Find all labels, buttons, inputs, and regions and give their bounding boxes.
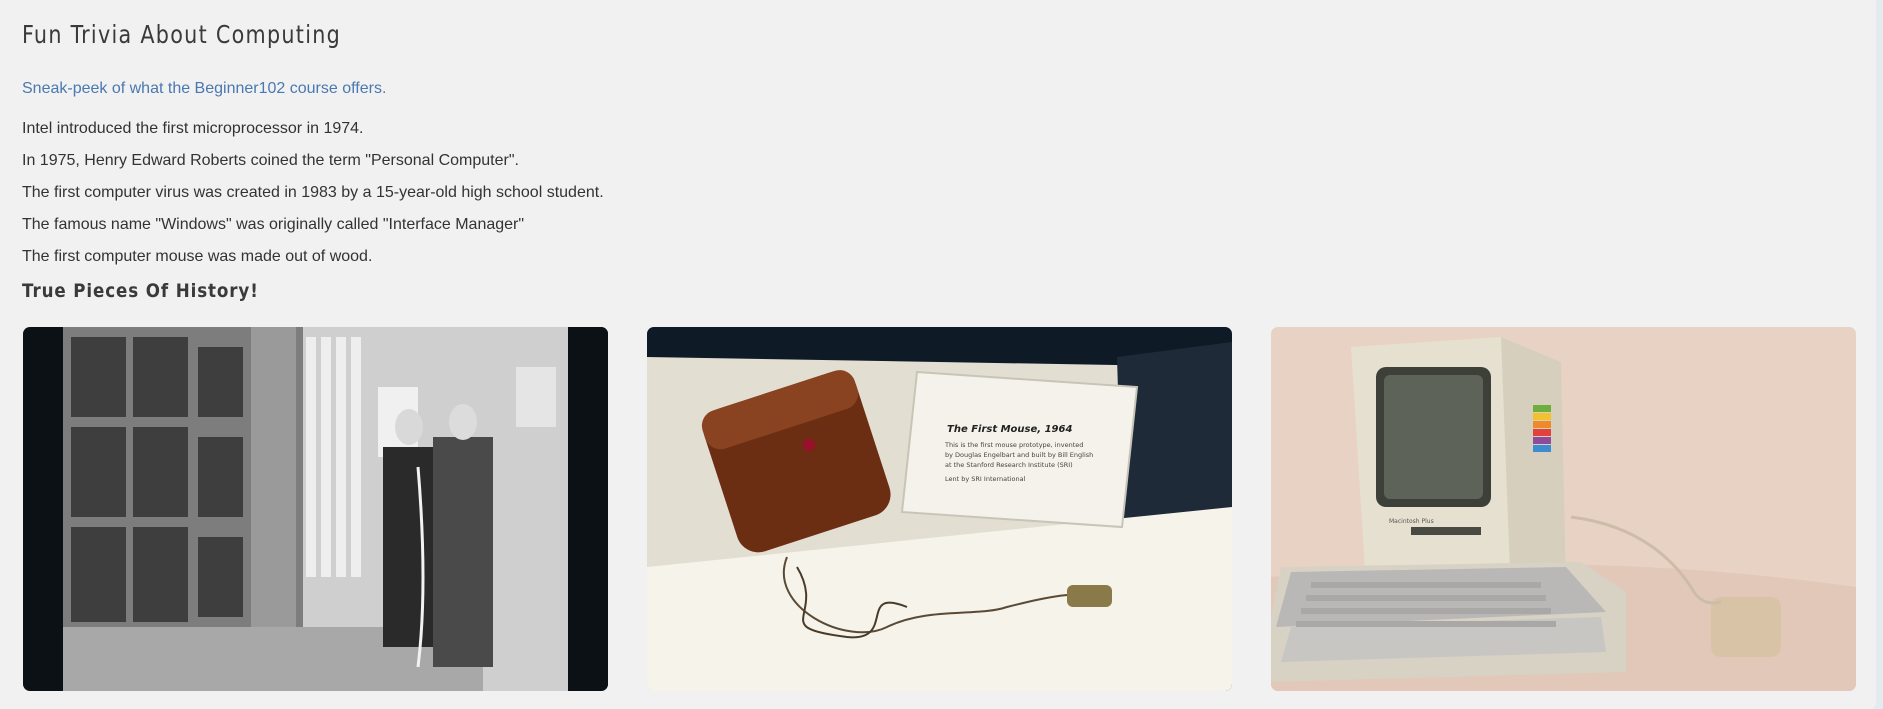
trivia-item: Intel introduced the first microprocesso… <box>22 120 364 137</box>
trivia-item: The first computer mouse was made out of… <box>22 248 373 265</box>
mac-badge-text: Macintosh Plus <box>1389 518 1434 525</box>
history-heading: True Pieces Of History! <box>22 280 259 302</box>
trivia-item: The first computer virus was created in … <box>22 184 604 201</box>
photo-early-computer <box>23 327 608 691</box>
placard-line: This is the first mouse prototype, inven… <box>944 441 1083 449</box>
page-subtitle: Sneak-peek of what the Beginner102 cours… <box>22 80 387 97</box>
placard-line: by Douglas Engelbart and built by Bill E… <box>945 451 1093 459</box>
placard-line: at the Stanford Research Institute (SRI) <box>945 461 1073 469</box>
trivia-panel: Fun Trivia About Computing Sneak-peek of… <box>0 0 1876 709</box>
page-title: Fun Trivia About Computing <box>22 20 342 49</box>
placard-title: The First Mouse, 1964 <box>947 424 1072 435</box>
photo-first-mouse: The First Mouse, 1964 This is the first … <box>647 327 1232 691</box>
placard-line: Lent by SRI International <box>945 475 1026 483</box>
photo-macintosh: Macintosh Plus <box>1271 327 1856 691</box>
trivia-item: In 1975, Henry Edward Roberts coined the… <box>22 152 519 169</box>
trivia-item: The famous name "Windows" was originally… <box>22 216 525 233</box>
trivia-list: Intel introduced the first microprocesso… <box>22 118 604 278</box>
